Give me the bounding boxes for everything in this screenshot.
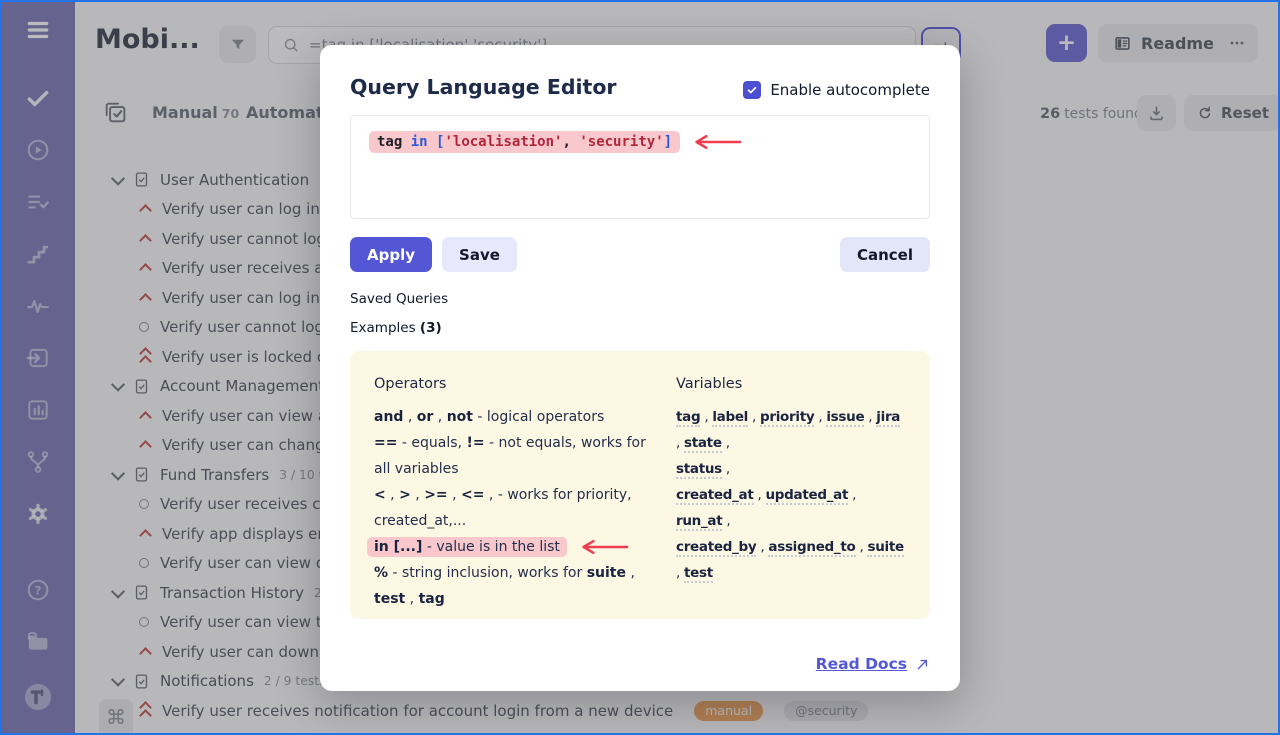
- arrow-up-right-icon: [915, 657, 930, 672]
- query-language-editor-modal: Query Language Editor Enable autocomplet…: [320, 45, 960, 691]
- annotation-arrow-icon: [690, 134, 744, 150]
- operators-title: Operators: [374, 371, 660, 397]
- save-button[interactable]: Save: [442, 237, 517, 272]
- cancel-button[interactable]: Cancel: [840, 237, 930, 272]
- examples-section-header[interactable]: Examples (3): [350, 320, 930, 336]
- screen: ? Mobi... =tag in ['localisation' 'secur…: [0, 0, 1280, 735]
- example-line: in [...] - value is in the list: [374, 534, 660, 560]
- example-line: created_at , updated_at , run_at ,: [676, 482, 906, 534]
- examples-count: (3): [420, 320, 442, 336]
- enable-autocomplete-toggle[interactable]: Enable autocomplete: [743, 81, 930, 99]
- query-editor-textarea[interactable]: tag in ['localisation', 'security']: [350, 115, 930, 219]
- query-code-line: tag in ['localisation', 'security']: [369, 131, 680, 153]
- examples-panel: Operators and , or , not - logical opera…: [350, 351, 930, 619]
- example-line: status ,: [676, 456, 906, 482]
- variables-list: tag , label , priority , issue , jira , …: [676, 404, 906, 586]
- annotation-arrow-icon: [577, 539, 631, 555]
- variables-title: Variables: [676, 371, 906, 397]
- checkbox-checked-icon[interactable]: [743, 81, 761, 99]
- read-docs-link[interactable]: Read Docs: [816, 655, 930, 673]
- example-line: % - string inclusion, works for suite , …: [374, 560, 660, 612]
- autocomplete-label: Enable autocomplete: [770, 81, 930, 99]
- apply-button[interactable]: Apply: [350, 237, 432, 272]
- example-line: tag , label , priority , issue , jira , …: [676, 404, 906, 456]
- saved-queries-section-header[interactable]: Saved Queries: [350, 291, 930, 307]
- example-line: created_by , assigned_to , suite , test: [676, 534, 906, 586]
- example-line: < , > , >= , <= , - works for priority, …: [374, 482, 660, 534]
- operators-list: and , or , not - logical operators== - e…: [374, 404, 660, 612]
- example-line: and , or , not - logical operators: [374, 404, 660, 430]
- example-line: == - equals, != - not equals, works for …: [374, 430, 660, 482]
